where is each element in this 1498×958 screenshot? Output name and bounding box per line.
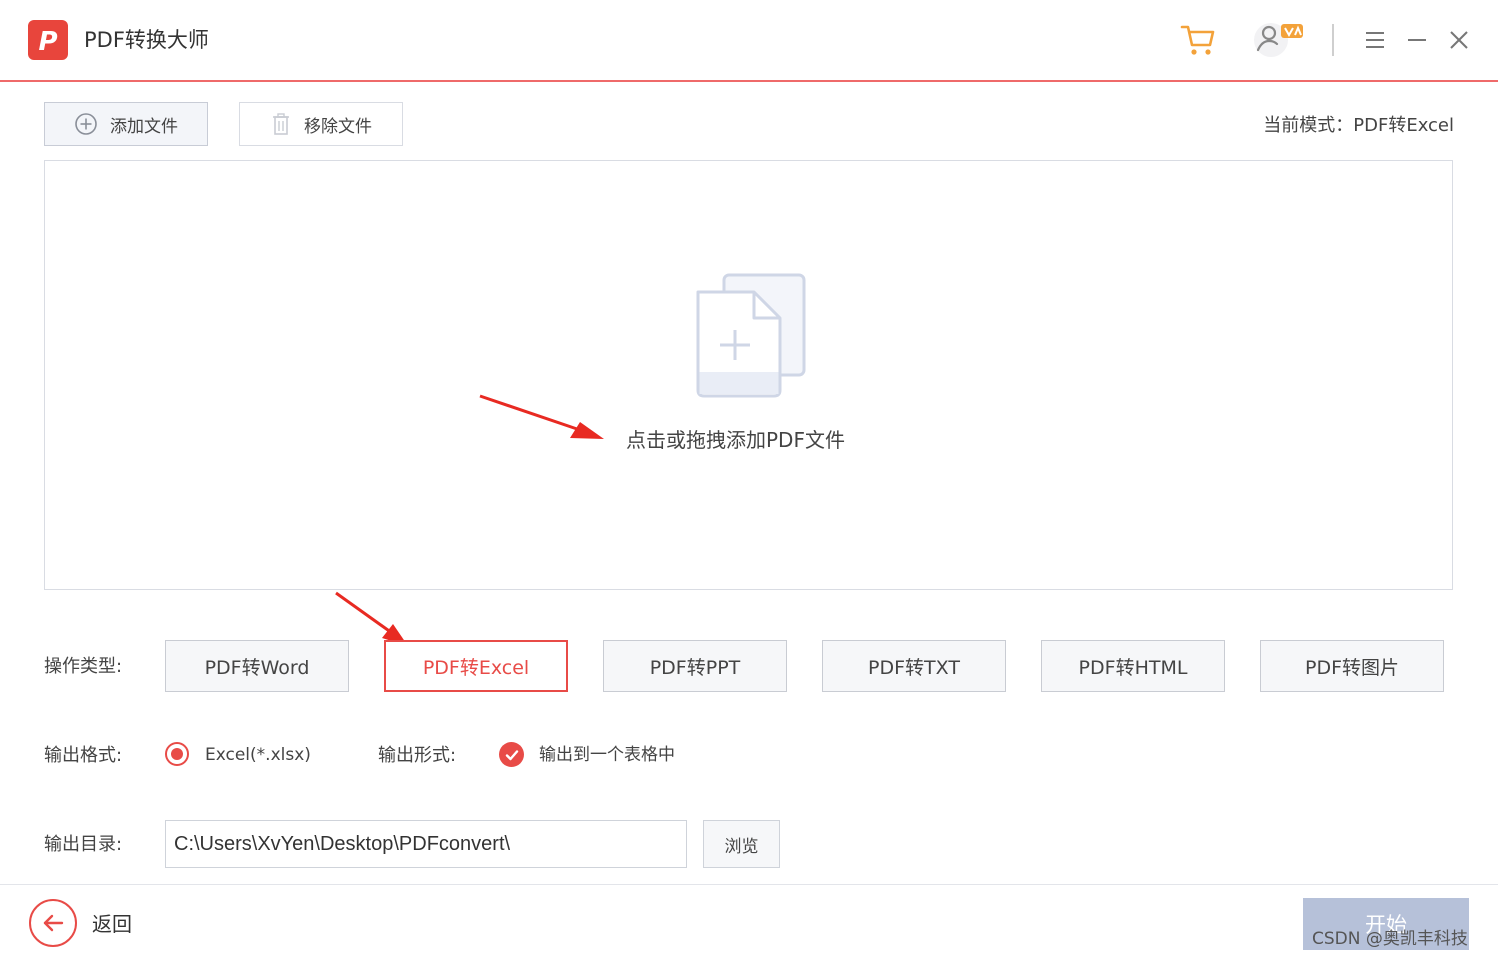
output-format-label: 输出格式:: [44, 745, 123, 766]
add-file-icon[interactable]: [690, 272, 810, 406]
op-pdf-to-excel-button[interactable]: PDF转Excel: [384, 640, 568, 692]
user-vip-icon[interactable]: [1248, 18, 1308, 62]
minimize-icon[interactable]: [1402, 18, 1432, 62]
remove-file-label: 移除文件: [304, 116, 372, 137]
radio-dot: [171, 748, 183, 760]
arrow-left-icon: [43, 914, 64, 932]
annotation-arrow-icon: [479, 394, 604, 439]
remove-file-button[interactable]: 移除文件: [239, 102, 403, 146]
back-label[interactable]: 返回: [92, 910, 132, 938]
single-sheet-checkbox[interactable]: [499, 742, 524, 767]
csdn-watermark: CSDN @奥凯丰科技: [1312, 929, 1468, 949]
output-form-label: 输出形式:: [378, 745, 457, 766]
single-sheet-option: 输出到一个表格中: [539, 745, 675, 765]
trash-icon: [273, 113, 289, 135]
footer-divider: [0, 884, 1498, 885]
checkmark-icon: [505, 749, 518, 760]
app-title: PDF转换大师: [84, 28, 209, 52]
close-icon[interactable]: [1444, 18, 1474, 62]
add-file-button[interactable]: 添加文件: [44, 102, 208, 146]
add-file-label: 添加文件: [110, 116, 178, 137]
output-dir-label: 输出目录:: [44, 834, 123, 855]
op-pdf-to-image-button[interactable]: PDF转图片: [1260, 640, 1444, 692]
menu-icon[interactable]: [1360, 18, 1390, 62]
browse-button[interactable]: 浏览: [703, 820, 780, 868]
op-pdf-to-ppt-button[interactable]: PDF转PPT: [603, 640, 787, 692]
logo-letter: P: [38, 27, 57, 57]
toolbar-divider: [1332, 24, 1334, 56]
current-mode-label: 当前模式：PDF转Excel: [1263, 115, 1454, 136]
app-logo: P: [28, 20, 68, 60]
cart-icon[interactable]: [1176, 18, 1220, 62]
output-dir-input[interactable]: C:\Users\XvYen\Desktop\PDFconvert\: [165, 820, 687, 868]
op-pdf-to-html-button[interactable]: PDF转HTML: [1041, 640, 1225, 692]
operation-type-label: 操作类型:: [44, 656, 123, 677]
plus-circle-icon: [75, 113, 97, 135]
excel-format-option: Excel(*.xlsx): [205, 745, 311, 765]
op-pdf-to-word-button[interactable]: PDF转Word: [165, 640, 349, 692]
back-button[interactable]: [29, 899, 77, 947]
op-pdf-to-txt-button[interactable]: PDF转TXT: [822, 640, 1006, 692]
drop-hint-text: 点击或拖拽添加PDF文件: [626, 428, 845, 452]
